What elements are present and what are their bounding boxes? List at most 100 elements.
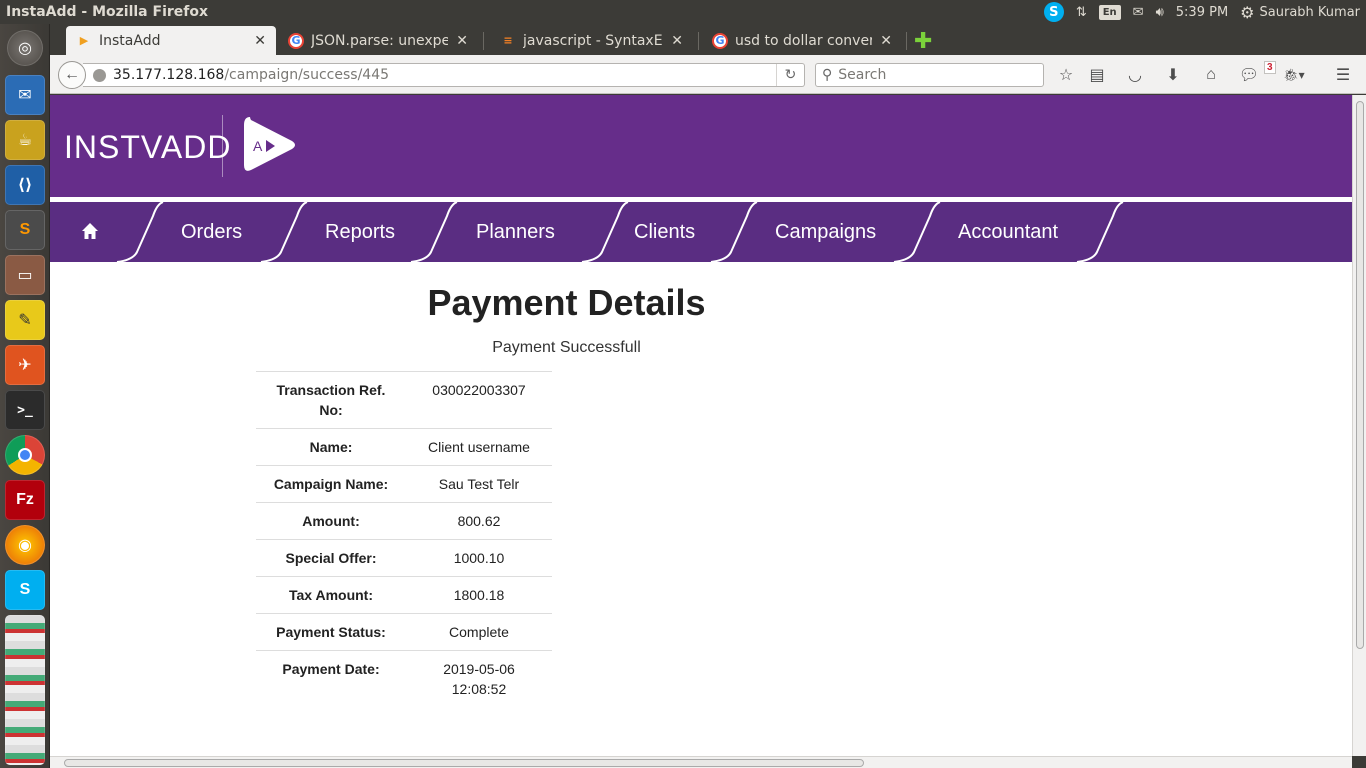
payment-details-table: Transaction Ref. No: 030022003307 Name: Cl… <box>256 371 552 707</box>
browser-navigation-bar: 35.177.128.168/campaign/success/445 ↻ ← … <box>50 55 1366 94</box>
pocket-icon[interactable]: ◡ <box>1124 64 1146 86</box>
ubuntu-dash-icon[interactable]: ◎ <box>7 30 43 66</box>
postman-icon[interactable]: ✈ <box>5 345 45 385</box>
row-label: Special Offer: <box>256 539 406 577</box>
reading-list-icon[interactable]: ▤ <box>1086 64 1108 86</box>
payment-status-message: Payment Successfull <box>492 339 641 356</box>
home-icon[interactable]: ⌂ <box>1200 64 1222 86</box>
row-value: 1000.10 <box>406 539 552 577</box>
row-label: Campaign Name: <box>256 465 406 503</box>
volume-icon[interactable]: 🔊︎ <box>1150 0 1170 24</box>
bookmark-star-icon[interactable]: ☆ <box>1055 64 1077 86</box>
instaadd-icon: ▶ <box>79 34 89 47</box>
nav-orders[interactable]: Orders <box>181 202 242 262</box>
logo-divider <box>222 115 223 177</box>
chrome-icon[interactable] <box>5 435 45 475</box>
user-menu[interactable]: ⚙ Saurabh Kumar <box>1234 0 1366 24</box>
nav-planners[interactable]: Planners <box>476 202 555 262</box>
row-label: Transaction Ref. No: <box>256 371 406 429</box>
teapot-app-icon[interactable]: ☕ <box>5 120 45 160</box>
scrollbar-thumb[interactable] <box>64 759 864 767</box>
site-header: INSTVADD A <box>50 95 1352 197</box>
scrollbar-thumb[interactable] <box>1356 101 1364 649</box>
close-icon[interactable]: ✕ <box>456 33 468 49</box>
network-arrows-icon[interactable]: ⇅ <box>1070 0 1093 24</box>
nav-separator <box>893 202 941 262</box>
vscode-icon[interactable]: ⟨⟩ <box>5 165 45 205</box>
row-value: Complete <box>406 613 552 651</box>
row-value: 1800.18 <box>406 576 552 614</box>
os-top-panel: InstaAdd - Mozilla Firefox S ⇅ En ✉ 🔊︎ 5… <box>0 0 1366 24</box>
row-value: Client username <box>406 428 552 466</box>
vertical-scrollbar[interactable] <box>1352 95 1366 756</box>
sublime-text-icon[interactable]: S <box>5 210 45 250</box>
skype-tray-icon[interactable]: S <box>1038 0 1070 24</box>
table-row: Amount: 800.62 <box>256 502 552 540</box>
mail-envelope-icon[interactable]: ✉ <box>1127 0 1150 24</box>
page-title: Payment Details <box>427 282 706 323</box>
extension-menu-icon[interactable]: 🐞︎▾ <box>1283 64 1305 86</box>
thunderbird-icon[interactable]: ✉ <box>5 75 45 115</box>
downloads-icon[interactable]: ⬇ <box>1162 64 1184 86</box>
browser-tab-strip: ▶ InstaAdd ✕ G JSON.parse: unexpe… ✕ ≡ j… <box>50 24 1366 55</box>
tab-instaadd[interactable]: ▶ InstaAdd ✕ <box>66 26 276 55</box>
keyboard-layout-indicator[interactable]: En <box>1093 0 1127 24</box>
search-input[interactable]: ⚲ Search <box>815 63 1044 87</box>
clock[interactable]: 5:39 PM <box>1170 0 1234 24</box>
site-logo[interactable]: INSTVADD <box>64 129 231 166</box>
table-row: Name: Client username <box>256 428 552 466</box>
table-row: Special Offer: 1000.10 <box>256 539 552 577</box>
nav-accountant[interactable]: Accountant <box>958 202 1058 262</box>
tab-json-parse[interactable]: G JSON.parse: unexpe… ✕ <box>278 26 478 55</box>
user-name: Saurabh Kumar <box>1259 4 1360 20</box>
nav-separator <box>710 202 758 262</box>
nav-clients[interactable]: Clients <box>634 202 695 262</box>
system-tray: S ⇅ En ✉ 🔊︎ 5:39 PM ⚙ Saurabh Kumar <box>1038 0 1366 24</box>
google-icon: G <box>288 32 304 49</box>
tab-separator <box>698 32 699 50</box>
reload-icon[interactable]: ↻ <box>776 64 804 86</box>
file-manager-icon[interactable]: ▭ <box>5 255 45 295</box>
back-arrow-icon[interactable]: ← <box>58 61 86 89</box>
nav-reports[interactable]: Reports <box>325 202 395 262</box>
payment-details-section: Payment Details Payment Successfull Tran… <box>50 262 1352 756</box>
firefox-icon[interactable]: ◉ <box>5 525 45 565</box>
horizontal-scrollbar[interactable] <box>50 756 1352 768</box>
terminal-icon[interactable]: >_ <box>5 390 45 430</box>
nav-separator <box>410 202 458 262</box>
site-info-icon[interactable] <box>93 68 106 82</box>
text-editor-icon[interactable]: ✎ <box>5 300 45 340</box>
row-value: 2019-05-06 12:08:52 <box>406 650 552 707</box>
table-row: Payment Status: Complete <box>256 613 552 651</box>
new-tab-plus-icon[interactable]: ✚ <box>914 28 932 54</box>
url-bar[interactable]: 35.177.128.168/campaign/success/445 ↻ <box>83 63 805 87</box>
nav-campaigns[interactable]: Campaigns <box>775 202 876 262</box>
tab-usd-conversion[interactable]: G usd to dollar conver… ✕ <box>702 26 902 55</box>
stacked-apps-icon[interactable] <box>5 615 45 765</box>
tab-separator <box>906 32 907 50</box>
hamburger-menu-icon[interactable]: ☰ <box>1332 64 1354 86</box>
close-icon[interactable]: ✕ <box>880 33 892 49</box>
nav-separator <box>260 202 308 262</box>
close-icon[interactable]: ✕ <box>671 33 683 49</box>
skype-icon[interactable]: S <box>5 570 45 610</box>
home-icon[interactable] <box>81 222 99 240</box>
row-label: Amount: <box>256 502 406 540</box>
row-label: Payment Date: <box>256 650 406 707</box>
tab-syntaxerror[interactable]: ≡ javascript - SyntaxEr… ✕ <box>490 26 693 55</box>
row-label: Tax Amount: <box>256 576 406 614</box>
main-navigation: Orders Reports Planners Clients Campaign… <box>50 202 1352 262</box>
row-value: 800.62 <box>406 502 552 540</box>
window-title: InstaAdd - Mozilla Firefox <box>6 4 209 20</box>
chat-icon[interactable]: 💬︎ <box>1238 64 1260 86</box>
gear-icon: ⚙ <box>1240 2 1255 22</box>
web-page: INSTVADD A Orders Reports Planners Clien… <box>50 95 1352 756</box>
play-logo-icon[interactable]: A <box>242 113 298 177</box>
notification-count-badge[interactable]: 3 <box>1264 61 1276 74</box>
close-icon[interactable]: ✕ <box>254 33 266 49</box>
row-label: Payment Status: <box>256 613 406 651</box>
table-row: Campaign Name: Sau Test Telr <box>256 465 552 503</box>
logo-mark-letter: A <box>253 138 263 154</box>
filezilla-icon[interactable]: Fz <box>5 480 45 520</box>
app-launcher: ◎ ✉ ☕ ⟨⟩ S ▭ ✎ ✈ >_ Fz ◉ S <box>0 24 50 768</box>
